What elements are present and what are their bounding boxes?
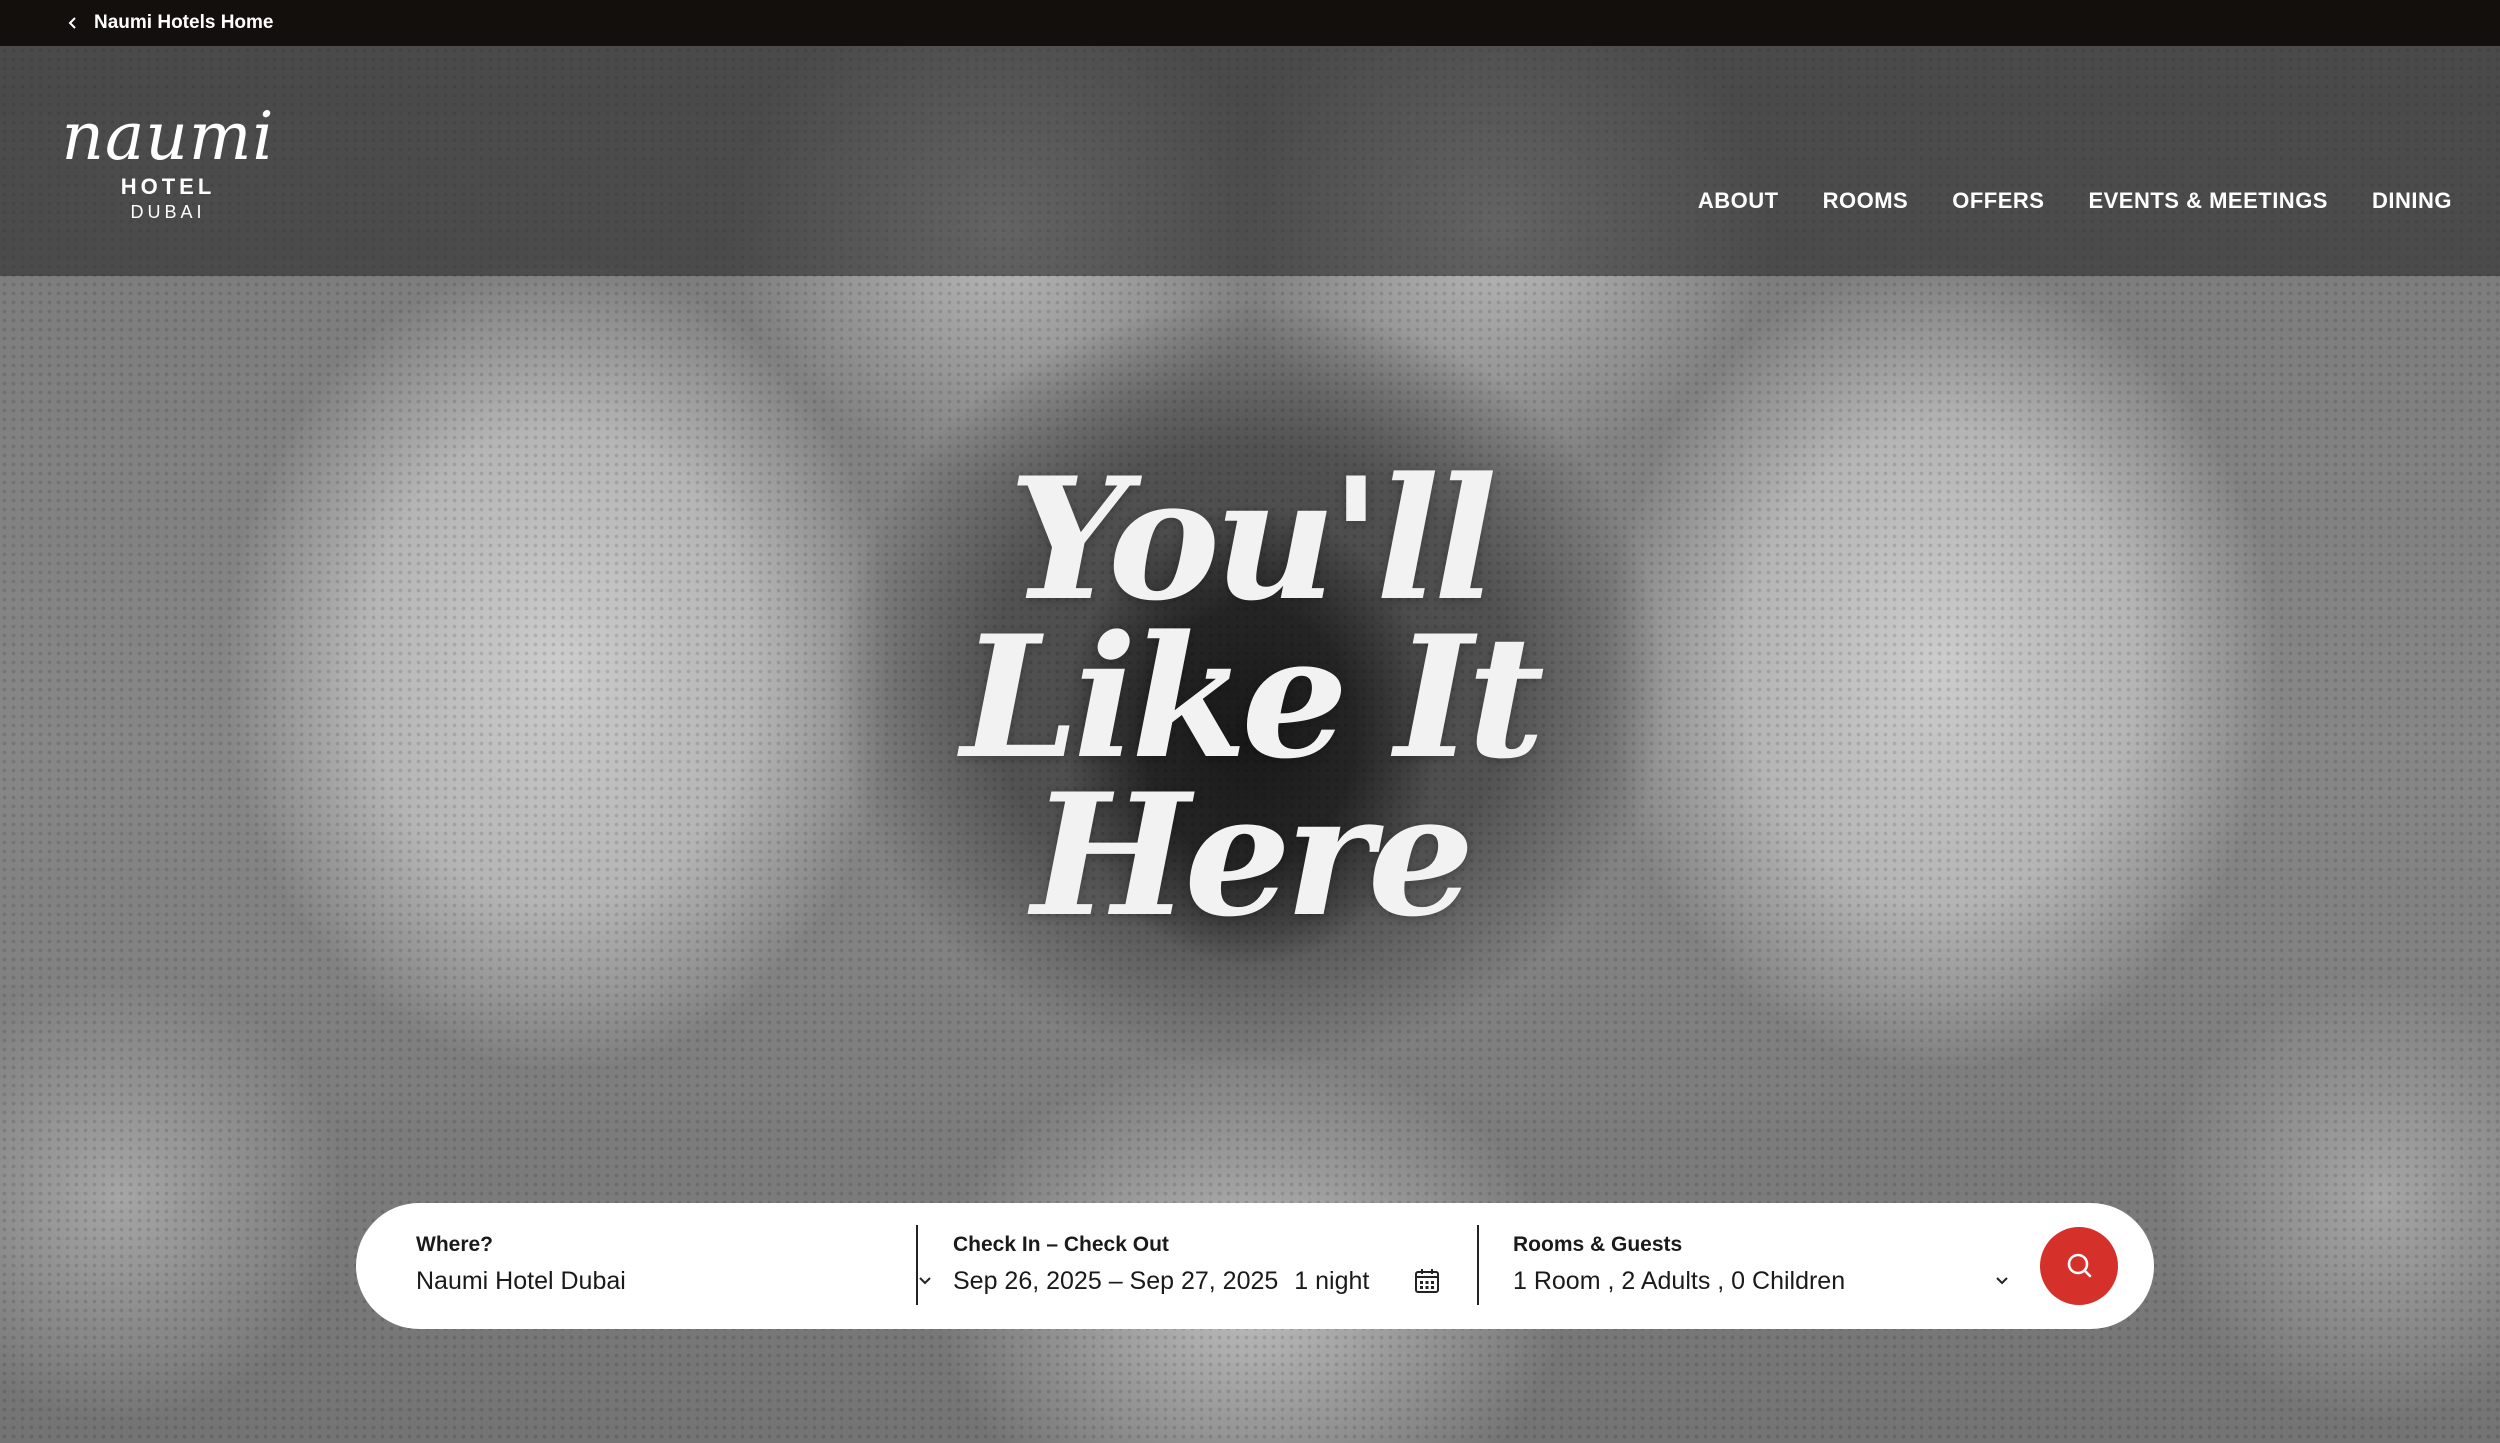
booking-bar: Where? Naumi Hotel Dubai Check In – Chec… bbox=[356, 1203, 2154, 1329]
dates-value: Sep 26, 2025 – Sep 27, 2025 1 night bbox=[953, 1267, 1463, 1296]
headline-line-3: Here bbox=[1031, 756, 1474, 954]
site-header: naumi HOTEL DUBAI ABOUT ROOMS OFFERS EVE… bbox=[0, 46, 2500, 276]
hotel-logo[interactable]: naumi HOTEL DUBAI bbox=[58, 104, 278, 224]
dates-label: Check In – Check Out bbox=[953, 1233, 1169, 1256]
nights-count: 1 night bbox=[1294, 1267, 1370, 1295]
naumi-hotels-home-label: Naumi Hotels Home bbox=[94, 12, 274, 33]
nav-events-meetings[interactable]: EVENTS & MEETINGS bbox=[2088, 188, 2328, 214]
guests-value: 1 Room , 2 Adults , 0 Children bbox=[1513, 1267, 1846, 1295]
headline-line-2: Like It bbox=[961, 598, 1545, 796]
naumi-hotels-home-link[interactable]: Naumi Hotels Home bbox=[66, 12, 273, 34]
where-value: Naumi Hotel Dubai bbox=[416, 1267, 626, 1295]
search-button[interactable] bbox=[2040, 1227, 2118, 1305]
logo-city: DUBAI bbox=[130, 202, 206, 222]
nav-about[interactable]: ABOUT bbox=[1698, 188, 1779, 214]
logo-hotel: HOTEL bbox=[120, 174, 216, 199]
headline-line-1: You'll bbox=[1008, 440, 1498, 638]
where-label: Where? bbox=[416, 1233, 494, 1256]
logo-script: naumi bbox=[61, 98, 275, 175]
nav-rooms[interactable]: ROOMS bbox=[1823, 188, 1909, 214]
rooms-guests-select[interactable]: Rooms & Guests 1 Room , 2 Adults , 0 Chi… bbox=[1513, 1203, 2013, 1329]
chevron-down-icon bbox=[919, 1277, 931, 1285]
nav-offers[interactable]: OFFERS bbox=[1952, 188, 2044, 214]
destination-select[interactable]: Where? Naumi Hotel Dubai bbox=[416, 1203, 931, 1329]
date-range-picker[interactable]: Check In – Check Out Sep 26, 2025 – Sep … bbox=[953, 1203, 1463, 1329]
nav-dining[interactable]: DINING bbox=[2372, 188, 2452, 214]
guests-label: Rooms & Guests bbox=[1513, 1233, 1683, 1256]
chevron-left-icon bbox=[68, 17, 76, 29]
divider bbox=[1477, 1225, 1479, 1305]
chevron-down-icon bbox=[1996, 1277, 2008, 1285]
date-range-text: Sep 26, 2025 – Sep 27, 2025 bbox=[953, 1267, 1279, 1295]
calendar-icon[interactable] bbox=[1413, 1267, 1441, 1295]
top-utility-bar: Naumi Hotels Home bbox=[0, 0, 2500, 46]
hero-headline: You'll Like It Here bbox=[850, 440, 1650, 954]
search-icon bbox=[2067, 1253, 2092, 1278]
main-nav: ABOUT ROOMS OFFERS EVENTS & MEETINGS DIN… bbox=[1698, 188, 2452, 214]
divider bbox=[916, 1225, 918, 1305]
